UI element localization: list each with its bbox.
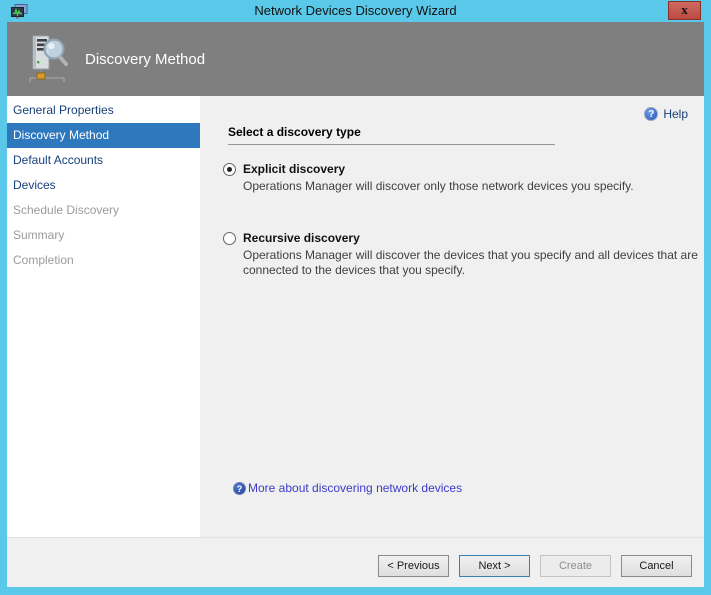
previous-button[interactable]: < Previous — [378, 555, 449, 577]
help-link[interactable]: ? Help — [644, 107, 688, 121]
sidebar-item-devices[interactable]: Devices — [7, 173, 200, 198]
sidebar-item-completion: Completion — [7, 248, 200, 273]
explicit-discovery-radio[interactable] — [223, 163, 236, 176]
wizard-body: General Properties Discovery Method Defa… — [7, 96, 704, 537]
explicit-discovery-radio-row[interactable]: Explicit discovery — [223, 162, 634, 176]
next-button[interactable]: Next > — [459, 555, 530, 577]
recursive-discovery-radio[interactable] — [223, 232, 236, 245]
recursive-discovery-radio-row[interactable]: Recursive discovery — [223, 231, 704, 245]
window-inner: Discovery Method General Properties Disc… — [7, 22, 704, 587]
explicit-discovery-description: Operations Manager will discover only th… — [243, 179, 634, 194]
sidebar-item-discovery-method[interactable]: Discovery Method — [7, 123, 200, 148]
wizard-window: Network Devices Discovery Wizard x — [0, 0, 711, 595]
help-icon: ? — [644, 107, 658, 121]
recursive-discovery-label: Recursive discovery — [243, 231, 360, 245]
sidebar-item-summary: Summary — [7, 223, 200, 248]
explicit-discovery-label: Explicit discovery — [243, 162, 345, 176]
more-about-label: More about discovering network devices — [248, 481, 462, 495]
wizard-header: Discovery Method — [7, 22, 704, 96]
section-divider — [228, 144, 555, 145]
section-title: Select a discovery type — [228, 125, 361, 139]
steps-sidebar: General Properties Discovery Method Defa… — [7, 96, 200, 537]
cancel-button[interactable]: Cancel — [621, 555, 692, 577]
recursive-discovery-description: Operations Manager will discover the dev… — [243, 248, 704, 277]
button-bar: < Previous Next > Create Cancel — [7, 537, 704, 587]
create-button: Create — [540, 555, 611, 577]
main-panel: ? Help Select a discovery type Explicit … — [200, 96, 704, 537]
sidebar-item-default-accounts[interactable]: Default Accounts — [7, 148, 200, 173]
option-explicit-discovery: Explicit discovery Operations Manager wi… — [223, 162, 634, 194]
title-bar: Network Devices Discovery Wizard x — [7, 0, 704, 22]
option-recursive-discovery: Recursive discovery Operations Manager w… — [223, 231, 704, 277]
page-title: Discovery Method — [85, 51, 205, 68]
sidebar-item-general-properties[interactable]: General Properties — [7, 98, 200, 123]
close-button[interactable]: x — [668, 1, 701, 20]
more-about-link[interactable]: ? More about discovering network devices — [233, 481, 462, 495]
discovery-server-icon — [28, 34, 68, 84]
sidebar-item-schedule-discovery: Schedule Discovery — [7, 198, 200, 223]
help-label: Help — [663, 107, 688, 121]
window-title: Network Devices Discovery Wizard — [7, 0, 704, 22]
question-icon: ? — [233, 482, 246, 495]
